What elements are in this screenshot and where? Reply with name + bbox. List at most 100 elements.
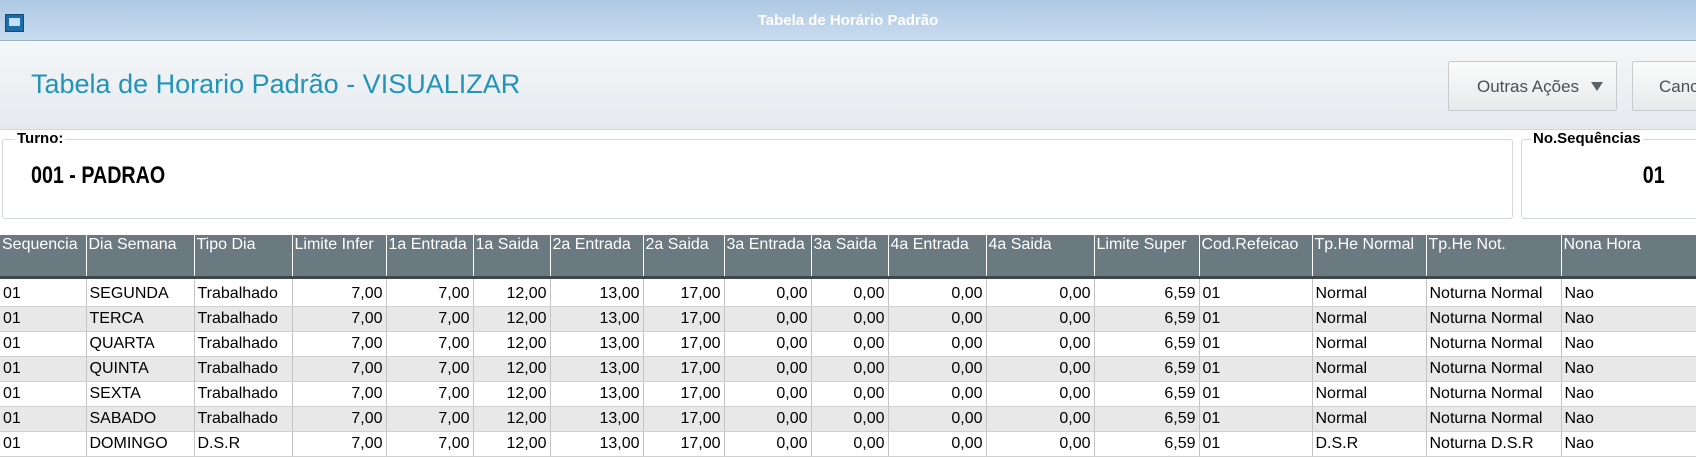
page-header: Tabela de Horario Padrão - VISUALIZAR Ou… — [0, 41, 1696, 130]
cell-1a-entrada: 7,00 — [386, 306, 474, 332]
cell-tipo-dia: Trabalhado — [194, 331, 293, 357]
cell-cod-refeicao: 01 — [1199, 331, 1313, 357]
cell-1a-saida: 12,00 — [473, 306, 551, 332]
cell-cod-refeicao: 01 — [1199, 306, 1313, 332]
table-row[interactable]: 01 QUARTA Trabalhado 7,00 7,00 12,00 13,… — [0, 331, 1696, 357]
column-header-dia-semana[interactable]: Dia Semana — [86, 235, 195, 279]
table-row[interactable]: 01 TERCA Trabalhado 7,00 7,00 12,00 13,0… — [0, 306, 1696, 332]
cell-limite-infer: 7,00 — [292, 277, 387, 307]
cell-1a-entrada: 7,00 — [386, 356, 474, 382]
cell-4a-entrada: 0,00 — [888, 431, 987, 457]
column-header-3a-entrada[interactable]: 3a Entrada — [724, 235, 812, 279]
cell-sequencia: 01 — [0, 381, 87, 407]
cell-3a-entrada: 0,00 — [724, 406, 812, 432]
cell-tp-he-normal: D.S.R — [1312, 431, 1427, 457]
cell-3a-saida: 0,00 — [811, 277, 889, 307]
cell-2a-saida: 17,00 — [643, 381, 725, 407]
cell-limite-super: 6,59 — [1094, 277, 1200, 307]
cell-nona-hora: Nao — [1561, 406, 1696, 432]
column-header-tp-he-not[interactable]: Tp.He Not. — [1426, 235, 1562, 279]
cell-tp-he-normal: Normal — [1312, 406, 1427, 432]
cell-3a-saida: 0,00 — [811, 331, 889, 357]
column-header-3a-saida[interactable]: 3a Saida — [811, 235, 889, 279]
cell-1a-saida: 12,00 — [473, 406, 551, 432]
table-row[interactable]: 01 DOMINGO D.S.R 7,00 7,00 12,00 13,00 1… — [0, 431, 1696, 457]
cell-sequencia: 01 — [0, 277, 87, 307]
cell-4a-saida: 0,00 — [986, 306, 1095, 332]
turno-field[interactable]: 001 - PADRAO — [2, 139, 1513, 219]
cell-limite-infer: 7,00 — [292, 331, 387, 357]
column-header-4a-entrada[interactable]: 4a Entrada — [888, 235, 987, 279]
sequencias-label: No.Sequências — [1531, 130, 1643, 147]
cell-4a-entrada: 0,00 — [888, 406, 987, 432]
table-row[interactable]: 01 SEGUNDA Trabalhado 7,00 7,00 12,00 13… — [0, 277, 1696, 307]
outras-acoes-label: Outras Ações — [1477, 77, 1580, 96]
cell-tp-he-not: Noturna D.S.R — [1426, 431, 1562, 457]
cell-tp-he-not: Noturna Normal — [1426, 306, 1562, 332]
cell-1a-saida: 12,00 — [473, 356, 551, 382]
cancel-button[interactable]: Canc — [1632, 61, 1696, 111]
column-header-1a-entrada[interactable]: 1a Entrada — [386, 235, 474, 279]
cell-nona-hora: Nao — [1561, 277, 1696, 307]
column-header-sequencia[interactable]: Sequencia — [0, 235, 87, 279]
table-row[interactable]: 01 QUINTA Trabalhado 7,00 7,00 12,00 13,… — [0, 356, 1696, 382]
cell-2a-saida: 17,00 — [643, 431, 725, 457]
cell-limite-infer: 7,00 — [292, 431, 387, 457]
cell-4a-saida: 0,00 — [986, 381, 1095, 407]
cell-1a-saida: 12,00 — [473, 431, 551, 457]
cell-limite-infer: 7,00 — [292, 381, 387, 407]
column-header-cod-refeicao[interactable]: Cod.Refeicao — [1199, 235, 1313, 279]
cell-4a-saida: 0,00 — [986, 331, 1095, 357]
cell-3a-saida: 0,00 — [811, 431, 889, 457]
column-header-limite-infer[interactable]: Limite Infer — [292, 235, 387, 279]
cell-sequencia: 01 — [0, 356, 87, 382]
sequencias-value: 01 — [1643, 162, 1665, 189]
cell-dia-semana: QUINTA — [86, 356, 195, 382]
column-header-1a-saida[interactable]: 1a Saida — [473, 235, 551, 279]
cell-1a-saida: 12,00 — [473, 381, 551, 407]
cell-sequencia: 01 — [0, 331, 87, 357]
column-header-2a-entrada[interactable]: 2a Entrada — [550, 235, 644, 279]
cell-4a-entrada: 0,00 — [888, 381, 987, 407]
table-row[interactable]: 01 SEXTA Trabalhado 7,00 7,00 12,00 13,0… — [0, 381, 1696, 407]
outras-acoes-button[interactable]: Outras Ações — [1448, 61, 1617, 111]
column-header-4a-saida[interactable]: 4a Saida — [986, 235, 1095, 279]
cell-tp-he-not: Noturna Normal — [1426, 406, 1562, 432]
column-header-nona-hora[interactable]: Nona Hora — [1561, 235, 1696, 279]
cell-tp-he-normal: Normal — [1312, 331, 1427, 357]
cell-limite-super: 6,59 — [1094, 406, 1200, 432]
cell-nona-hora: Nao — [1561, 356, 1696, 382]
cell-dia-semana: SABADO — [86, 406, 195, 432]
cell-1a-entrada: 7,00 — [386, 277, 474, 307]
column-header-limite-super[interactable]: Limite Super — [1094, 235, 1200, 279]
column-header-tp-he-normal[interactable]: Tp.He Normal — [1312, 235, 1427, 279]
cell-4a-entrada: 0,00 — [888, 356, 987, 382]
window-titlebar: Tabela de Horário Padrão — [0, 0, 1696, 41]
column-header-2a-saida[interactable]: 2a Saida — [643, 235, 725, 279]
cell-cod-refeicao: 01 — [1199, 431, 1313, 457]
cell-nona-hora: Nao — [1561, 431, 1696, 457]
cell-dia-semana: TERCA — [86, 306, 195, 332]
cell-limite-super: 6,59 — [1094, 431, 1200, 457]
cell-3a-entrada: 0,00 — [724, 431, 812, 457]
cell-3a-saida: 0,00 — [811, 381, 889, 407]
cell-2a-saida: 17,00 — [643, 331, 725, 357]
cell-3a-entrada: 0,00 — [724, 306, 812, 332]
cell-dia-semana: QUARTA — [86, 331, 195, 357]
cell-tp-he-normal: Normal — [1312, 381, 1427, 407]
cell-tipo-dia: Trabalhado — [194, 277, 293, 307]
cell-tp-he-normal: Normal — [1312, 277, 1427, 307]
cell-1a-entrada: 7,00 — [386, 406, 474, 432]
cell-limite-infer: 7,00 — [292, 306, 387, 332]
sequencias-field[interactable]: 01 — [1521, 139, 1696, 219]
cell-tipo-dia: Trabalhado — [194, 306, 293, 332]
cell-2a-saida: 17,00 — [643, 406, 725, 432]
cell-tipo-dia: Trabalhado — [194, 381, 293, 407]
cell-2a-entrada: 13,00 — [550, 331, 644, 357]
cell-1a-entrada: 7,00 — [386, 431, 474, 457]
cell-sequencia: 01 — [0, 431, 87, 457]
cell-3a-entrada: 0,00 — [724, 277, 812, 307]
table-row[interactable]: 01 SABADO Trabalhado 7,00 7,00 12,00 13,… — [0, 406, 1696, 432]
cell-4a-entrada: 0,00 — [888, 331, 987, 357]
column-header-tipo-dia[interactable]: Tipo Dia — [194, 235, 293, 279]
